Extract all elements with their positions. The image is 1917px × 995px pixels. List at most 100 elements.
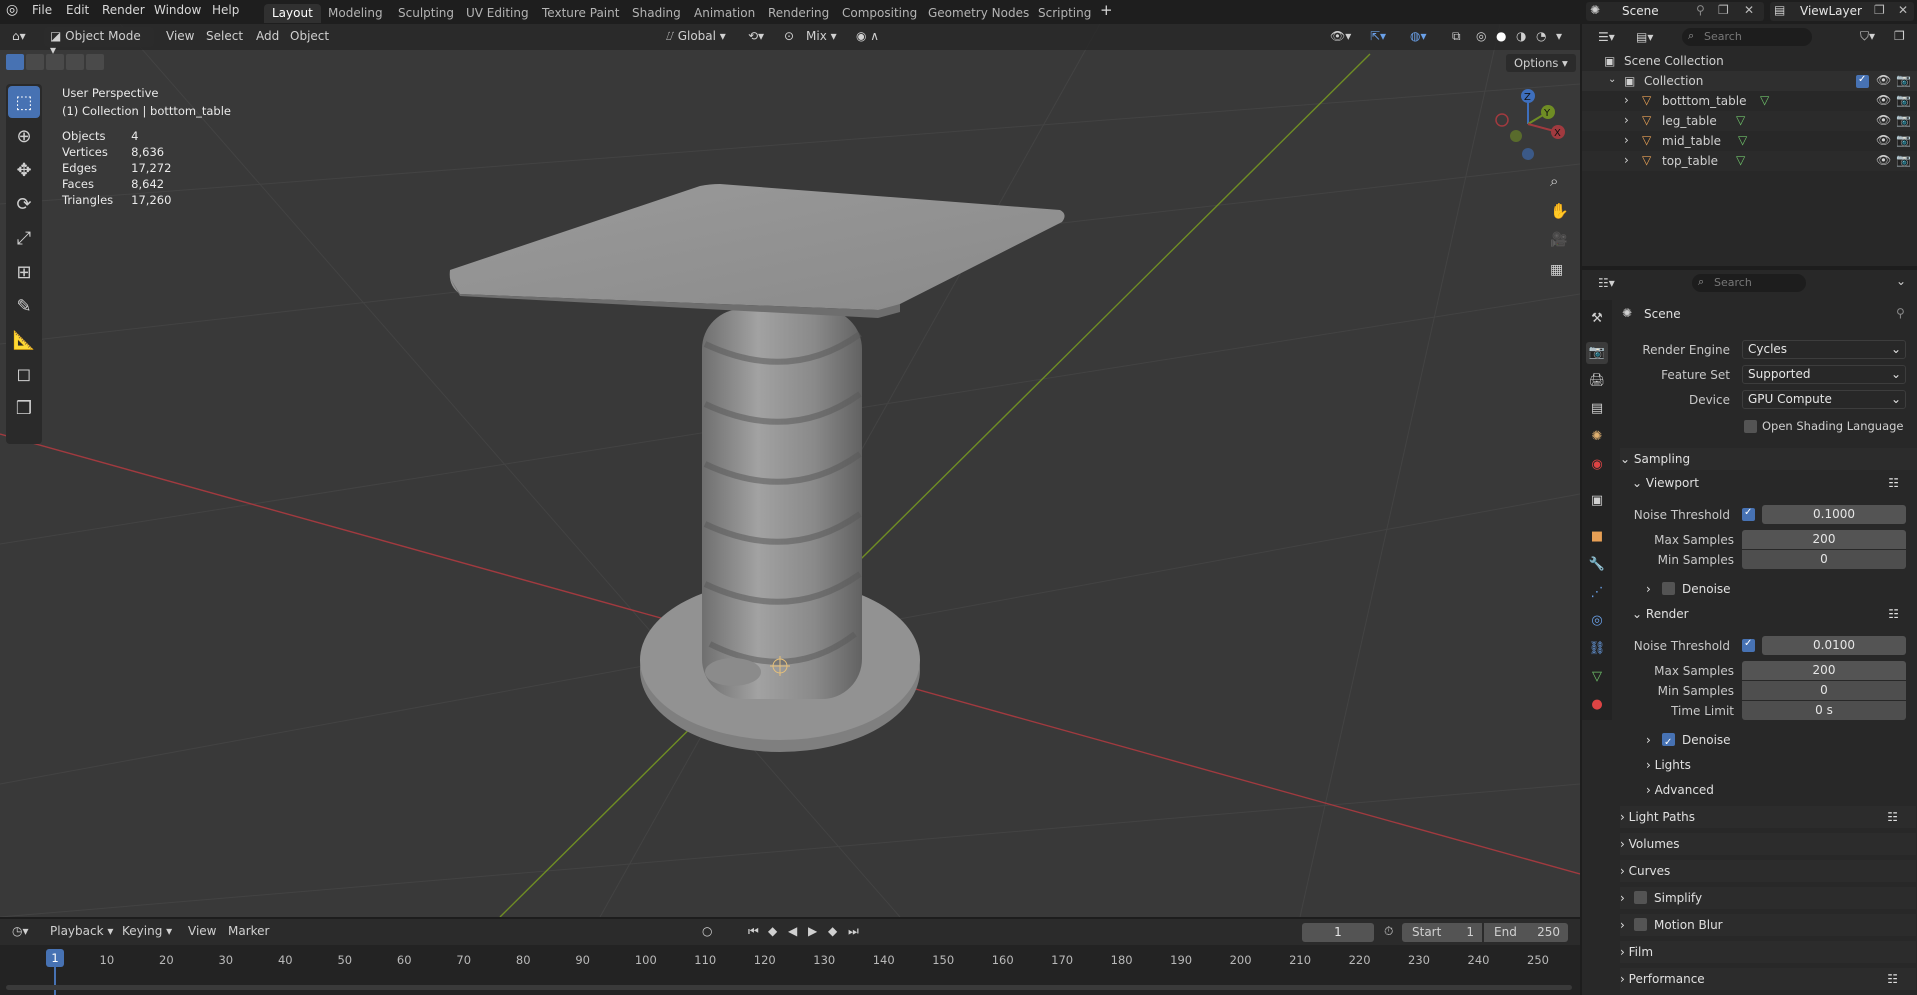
new-collection-icon[interactable]: ❐: [1894, 29, 1905, 43]
visibility-icon[interactable]: 👁▾: [1324, 27, 1357, 47]
osl-checkbox[interactable]: [1744, 420, 1757, 433]
advanced-subpanel[interactable]: › Advanced: [1646, 779, 1906, 801]
outliner-row-collection[interactable]: ⌄ ▣ Collection 👁 📷: [1582, 71, 1917, 91]
render-subpanel-header[interactable]: ⌄ Render ☷: [1632, 603, 1917, 625]
blender-logo-icon[interactable]: ◎: [6, 2, 18, 18]
performance-panel[interactable]: › Performance ☷: [1620, 968, 1916, 990]
pan-hand-icon[interactable]: ✋: [1550, 202, 1569, 220]
render-camera-icon[interactable]: 📷: [1896, 133, 1911, 147]
stopwatch-icon[interactable]: ⏱: [1378, 922, 1399, 942]
timeline-scrollbar[interactable]: [6, 985, 1572, 990]
tab-scripting[interactable]: Scripting: [1030, 4, 1099, 23]
jump-end-icon[interactable]: ⏭: [842, 922, 865, 942]
outliner-row-object[interactable]: › ▽ mid_table ▽ 👁 📷: [1582, 131, 1917, 151]
prev-keyframe-icon[interactable]: ◆: [762, 922, 783, 942]
view-layer-tab-icon[interactable]: ▤: [1586, 398, 1608, 420]
select-intersect-icon[interactable]: [86, 54, 104, 70]
eye-icon[interactable]: 👁: [1876, 153, 1891, 167]
add-cube-tool-icon[interactable]: ◻: [8, 358, 40, 390]
annotate-tool-icon[interactable]: ✎: [8, 290, 40, 322]
viewport-min-samples-field[interactable]: 0: [1742, 550, 1906, 569]
tab-shading[interactable]: Shading: [624, 4, 689, 23]
exclude-checkbox[interactable]: [1856, 74, 1869, 88]
mesh-data-icon[interactable]: ▽: [1736, 153, 1745, 167]
time-limit-field[interactable]: 0 s: [1742, 701, 1906, 720]
render-noise-threshold-checkbox[interactable]: [1742, 638, 1755, 652]
delete-view-layer-icon[interactable]: ✕: [1898, 3, 1908, 17]
menu-view[interactable]: View: [160, 27, 200, 47]
tool-tab-icon[interactable]: ⚒: [1586, 308, 1608, 330]
outliner-row-object[interactable]: › ▽ leg_table ▽ 👁 📷: [1582, 111, 1917, 131]
properties-editor-icon[interactable]: ☷▾: [1598, 276, 1615, 290]
render-camera-icon[interactable]: 📷: [1896, 73, 1911, 87]
modifier-tab-icon[interactable]: 🔧: [1586, 554, 1608, 576]
tab-compositing[interactable]: Compositing: [834, 4, 925, 23]
render-denoise-subpanel[interactable]: › Denoise: [1646, 729, 1906, 754]
new-view-layer-icon[interactable]: ❐: [1874, 3, 1885, 17]
light-paths-panel[interactable]: › Light Paths ☷: [1620, 806, 1916, 828]
viewport-noise-threshold-field[interactable]: 0.1000: [1762, 505, 1906, 524]
film-panel[interactable]: › Film: [1620, 941, 1916, 963]
next-keyframe-icon[interactable]: ◆: [822, 922, 843, 942]
timeline-view-menu[interactable]: View: [182, 922, 222, 942]
motion-blur-panel[interactable]: › Motion Blur: [1620, 914, 1916, 936]
menu-object[interactable]: Object: [284, 27, 335, 47]
shading-options-icon[interactable]: ▾: [1550, 27, 1568, 47]
start-frame-field[interactable]: Start 1: [1402, 923, 1482, 942]
gizmo-toggle-icon[interactable]: ⇱▾: [1364, 27, 1392, 47]
move-tool-icon[interactable]: ✥: [8, 154, 40, 186]
snap-mix-dropdown[interactable]: Mix ▾: [800, 27, 843, 47]
volumes-panel[interactable]: › Volumes: [1620, 833, 1916, 855]
overlay-toggle-icon[interactable]: ◍▾: [1404, 27, 1433, 47]
mesh-data-icon[interactable]: ▽: [1760, 93, 1769, 107]
tab-rendering[interactable]: Rendering: [760, 4, 837, 23]
menu-render[interactable]: Render: [102, 3, 145, 17]
output-tab-icon[interactable]: 🖨: [1586, 370, 1608, 392]
render-min-samples-field[interactable]: 0: [1742, 681, 1906, 700]
viewport-denoise-subpanel[interactable]: › Denoise: [1646, 578, 1906, 600]
new-scene-icon[interactable]: ❐: [1718, 3, 1729, 17]
keying-menu[interactable]: Keying ▾: [116, 922, 178, 942]
data-tab-icon[interactable]: ▽: [1586, 666, 1608, 688]
viewport-denoise-checkbox[interactable]: [1662, 582, 1675, 595]
tab-layout[interactable]: Layout: [264, 4, 321, 23]
select-new-icon[interactable]: [6, 54, 24, 70]
menu-select[interactable]: Select: [200, 27, 249, 47]
eye-icon[interactable]: 👁: [1876, 113, 1891, 127]
select-extend-icon[interactable]: [26, 54, 44, 70]
physics-tab-icon[interactable]: ◎: [1586, 610, 1608, 632]
playback-menu[interactable]: Playback ▾: [44, 922, 119, 942]
render-engine-dropdown[interactable]: Cycles ⌄: [1742, 340, 1906, 359]
render-camera-icon[interactable]: 📷: [1896, 93, 1911, 107]
delete-scene-icon[interactable]: ✕: [1744, 3, 1754, 17]
end-frame-field[interactable]: End 250: [1484, 923, 1568, 942]
rotate-tool-icon[interactable]: ⟳: [8, 188, 40, 220]
pivot-icon[interactable]: ⟲▾: [742, 27, 770, 47]
chevron-right-icon[interactable]: ›: [1624, 93, 1629, 107]
chevron-right-icon[interactable]: ›: [1624, 133, 1629, 147]
select-invert-icon[interactable]: [66, 54, 84, 70]
outliner-editor-icon[interactable]: ☰▾: [1598, 30, 1615, 44]
cursor-tool-icon[interactable]: ⊕: [8, 120, 40, 152]
outliner-row-object[interactable]: › ▽ botttom_table ▽ 👁 📷: [1582, 91, 1917, 111]
scale-tool-icon[interactable]: ⤢: [8, 222, 40, 254]
render-denoise-checkbox[interactable]: [1662, 732, 1675, 754]
render-max-samples-field[interactable]: 200: [1742, 661, 1906, 680]
motion-blur-checkbox[interactable]: [1634, 918, 1647, 931]
pin-icon[interactable]: ⚲: [1896, 306, 1905, 320]
viewport-max-samples-field[interactable]: 200: [1742, 530, 1906, 549]
options-dropdown[interactable]: Options ▾: [1506, 54, 1576, 72]
filter-icon[interactable]: ⛉▾: [1860, 29, 1875, 44]
material-tab-icon[interactable]: ●: [1586, 694, 1608, 716]
feature-set-dropdown[interactable]: Supported ⌄: [1742, 365, 1906, 384]
list-icon[interactable]: ☷: [1888, 603, 1899, 625]
menu-window[interactable]: Window: [154, 3, 201, 17]
viewport-subpanel-header[interactable]: ⌄ Viewport ☷: [1632, 472, 1917, 494]
menu-file[interactable]: File: [32, 3, 52, 17]
zoom-icon[interactable]: ⌕: [1550, 172, 1558, 190]
snap-icon[interactable]: ⊙: [778, 27, 800, 47]
auto-keying-icon[interactable]: ○: [696, 922, 718, 942]
outliner-row-scene-collection[interactable]: ▣ Scene Collection: [1582, 51, 1917, 71]
scene-tab-icon[interactable]: ✺: [1586, 426, 1608, 448]
tab-geometry-nodes[interactable]: Geometry Nodes: [920, 4, 1037, 23]
